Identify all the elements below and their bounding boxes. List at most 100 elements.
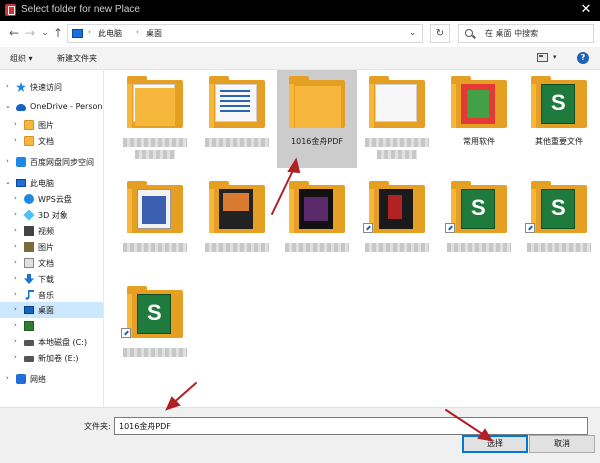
pc-icon	[16, 179, 26, 187]
chevron-right-icon[interactable]: ›	[14, 210, 17, 218]
back-button[interactable]: ←	[7, 26, 21, 40]
nav-item-desktop[interactable]: › 桌面	[0, 302, 103, 318]
search-input[interactable]: 在 桌面 中搜索	[458, 24, 594, 43]
folder-icon	[127, 76, 183, 128]
blurred-label	[135, 150, 175, 159]
chevron-right-icon[interactable]: ›	[14, 120, 17, 128]
folder-item[interactable]	[197, 175, 277, 273]
nav-item-onedrive-pictures[interactable]: › 图片	[0, 117, 103, 133]
folder-icon	[289, 76, 345, 128]
folder-name-input[interactable]: 1016金舟PDF	[114, 417, 588, 435]
crumb-desktop[interactable]: 桌面	[146, 28, 162, 39]
folder-item[interactable]	[115, 175, 195, 273]
chevron-down-icon[interactable]: ⌄	[5, 178, 11, 186]
folder-item[interactable]	[197, 70, 277, 168]
chevron-right-icon[interactable]: ›	[14, 194, 17, 202]
folder-icon	[531, 76, 587, 128]
chevron-right-icon[interactable]: ›	[14, 242, 17, 250]
organize-button[interactable]: 组织 ▾	[10, 53, 33, 64]
address-row: ← → ⌄ ↑ › 此电脑 › 桌面 ⌄ ↻ 在 桌面 中搜索	[0, 21, 600, 47]
nav-item-green-drive[interactable]: ›	[0, 318, 103, 334]
nav-label: 本地磁盘 (C:)	[38, 338, 88, 347]
command-toolbar: 组织 ▾ 新建文件夹 ▾ ?	[0, 47, 600, 70]
nav-item-3d-objects[interactable]: › 3D 对象	[0, 207, 103, 223]
help-button[interactable]: ?	[577, 52, 589, 64]
chevron-right-icon[interactable]: ›	[6, 82, 9, 90]
chevron-right-icon[interactable]: ›	[14, 290, 17, 298]
wps-cloud-icon	[24, 194, 34, 204]
new-folder-button[interactable]: 新建文件夹	[57, 53, 97, 64]
folder-shortcut-item[interactable]	[519, 175, 599, 273]
desktop-icon	[24, 306, 34, 314]
chevron-right-icon[interactable]: ›	[14, 136, 17, 144]
blurred-label	[123, 138, 187, 147]
chevron-right-icon[interactable]: ›	[14, 353, 17, 361]
nav-item-pictures[interactable]: › 图片	[0, 239, 103, 255]
chevron-right-icon[interactable]: ›	[14, 258, 17, 266]
blurred-label	[527, 243, 591, 252]
nav-item-baidu-netdisk[interactable]: › 百度网盘同步空间	[0, 154, 103, 170]
address-dropdown-icon[interactable]: ⌄	[409, 28, 416, 37]
nav-item-volume-e[interactable]: › 新加卷 (E:)	[0, 350, 103, 366]
folder-item[interactable]	[357, 70, 437, 168]
nav-item-network[interactable]: › 网络	[0, 371, 103, 387]
chevron-down-icon[interactable]: ⌄	[5, 102, 11, 110]
nav-item-videos[interactable]: › 视频	[0, 223, 103, 239]
folder-icon	[24, 120, 34, 130]
folder-item-selected[interactable]: 1016金舟PDF	[277, 70, 357, 168]
drive-icon	[24, 356, 34, 362]
chevron-right-icon[interactable]: ›	[6, 157, 9, 165]
nav-label: 文档	[38, 137, 54, 146]
nav-item-music[interactable]: › 音乐	[0, 287, 103, 303]
nav-label: 此电脑	[30, 179, 54, 188]
nav-label: 音乐	[38, 291, 54, 300]
folder-shortcut-item[interactable]	[115, 280, 195, 378]
folder-item[interactable]	[115, 70, 195, 168]
chevron-right-icon[interactable]: ›	[14, 226, 17, 234]
nav-item-quick-access[interactable]: › 快速访问	[0, 79, 103, 95]
folder-shortcut-item[interactable]	[439, 175, 519, 273]
close-button[interactable]: ✕	[579, 3, 593, 17]
nav-item-this-pc[interactable]: ⌄ 此电脑	[0, 175, 103, 191]
nav-label: 新加卷 (E:)	[38, 354, 79, 363]
nav-item-onedrive[interactable]: ⌄ OneDrive - Persona	[0, 99, 103, 115]
recent-locations-button[interactable]: ⌄	[38, 26, 52, 40]
chevron-right-icon[interactable]: ›	[14, 274, 17, 282]
chevron-right-icon[interactable]: ›	[6, 374, 9, 382]
blurred-label	[205, 138, 269, 147]
nav-label: WPS云盘	[38, 195, 72, 204]
folder-icon	[451, 76, 507, 128]
folder-item[interactable]	[277, 175, 357, 273]
pictures-icon	[24, 242, 34, 252]
nav-item-local-disk-c[interactable]: › 本地磁盘 (C:)	[0, 334, 103, 350]
nav-item-onedrive-documents[interactable]: › 文档	[0, 133, 103, 149]
chevron-right-icon[interactable]: ›	[14, 305, 17, 313]
nav-item-documents[interactable]: › 文档	[0, 255, 103, 271]
navigation-pane: › 快速访问 ⌄ OneDrive - Persona › 图片 › 文档 › …	[0, 70, 104, 407]
view-dropdown-icon[interactable]: ▾	[553, 53, 557, 61]
file-list-view: 1016金舟PDF 常用软件 其他重要文件	[105, 70, 600, 407]
folder-icon	[209, 181, 265, 233]
nav-label: 图片	[38, 243, 54, 252]
chevron-right-icon[interactable]: ›	[14, 321, 17, 329]
star-icon	[16, 82, 26, 92]
crumb-this-pc[interactable]: 此电脑	[98, 28, 122, 39]
address-bar[interactable]: › 此电脑 › 桌面 ⌄	[67, 24, 423, 43]
blurred-label	[285, 243, 349, 252]
nav-label: 快速访问	[30, 83, 62, 92]
folder-item[interactable]: 其他重要文件	[519, 70, 599, 168]
3d-objects-icon	[23, 209, 35, 221]
nav-item-downloads[interactable]: › 下载	[0, 271, 103, 287]
nav-label: 视频	[38, 227, 54, 236]
view-options-icon[interactable]	[537, 53, 548, 62]
cancel-button[interactable]: 取消	[529, 435, 595, 453]
select-button[interactable]: 选择	[462, 435, 528, 453]
up-button[interactable]: ↑	[51, 26, 65, 40]
nav-item-wps-cloud[interactable]: › WPS云盘	[0, 191, 103, 207]
folder-shortcut-item[interactable]	[357, 175, 437, 273]
folder-item[interactable]: 常用软件	[439, 70, 519, 168]
refresh-button[interactable]: ↻	[430, 24, 450, 43]
app-icon	[5, 4, 16, 16]
forward-button[interactable]: →	[23, 26, 37, 40]
chevron-right-icon[interactable]: ›	[14, 337, 17, 345]
